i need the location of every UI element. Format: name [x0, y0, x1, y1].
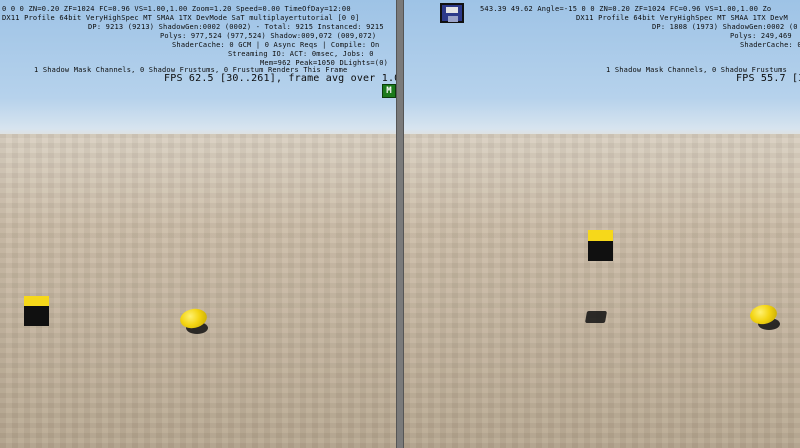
split-screen-divider[interactable] [396, 0, 404, 448]
hud-line: DX11 Profile 64bit VeryHighSpec MT SMAA … [2, 14, 360, 22]
right-game-viewport[interactable]: 543.39 49.62 Angle=-15 0 0 ZN=0.20 ZF=10… [404, 0, 800, 448]
checkered-ground-plane [0, 134, 396, 448]
hud-line: DX11 Profile 64bit VeryHighSpec MT SMAA … [576, 14, 788, 22]
floppy-disk-icon [440, 3, 464, 23]
hud-line: Polys: 249,469 [730, 32, 792, 40]
cube-ground-shadow [584, 311, 608, 323]
cube-top-face [588, 230, 613, 241]
hud-line: Polys: 977,524 (977,524) Shadow:009,072 … [160, 32, 377, 40]
floppy-shutter [448, 16, 458, 22]
yellow-black-cube[interactable] [24, 296, 49, 326]
hud-line: 543.39 49.62 Angle=-15 0 0 ZN=0.20 ZF=10… [480, 5, 772, 13]
hud-line: DP: 1808 (1973) ShadowGen:0002 (0 [652, 23, 798, 31]
hud-line: Streaming IO: ACT: 0msec, Jobs: 0 [228, 50, 374, 58]
left-game-viewport[interactable]: 0 0 0 ZN=0.20 ZF=1024 FC=0.96 VS=1.00,1.… [0, 0, 396, 448]
hud-line: DP: 9213 (9213) ShadowGen:0002 (0002) - … [88, 23, 384, 31]
mode-badge[interactable]: M [382, 84, 396, 98]
fps-counter: FPS 55.7 [3 [736, 73, 800, 84]
cube-front-face [24, 306, 49, 326]
yellow-black-cube[interactable] [588, 230, 613, 261]
hud-line: 0 0 0 ZN=0.20 ZF=1024 FC=0.96 VS=1.00,1.… [2, 5, 351, 13]
cube-front-face [588, 240, 613, 261]
fps-counter: FPS 62.5 [30..261], frame avg over 1.0 s [164, 73, 396, 84]
floppy-label [446, 7, 458, 13]
checkered-ground-plane [404, 134, 800, 448]
hud-line: ShaderCache: 0 [740, 41, 800, 49]
hud-line: ShaderCache: 0 GCM | 0 Async Reqs | Comp… [172, 41, 380, 49]
cube-top-face [24, 296, 49, 307]
